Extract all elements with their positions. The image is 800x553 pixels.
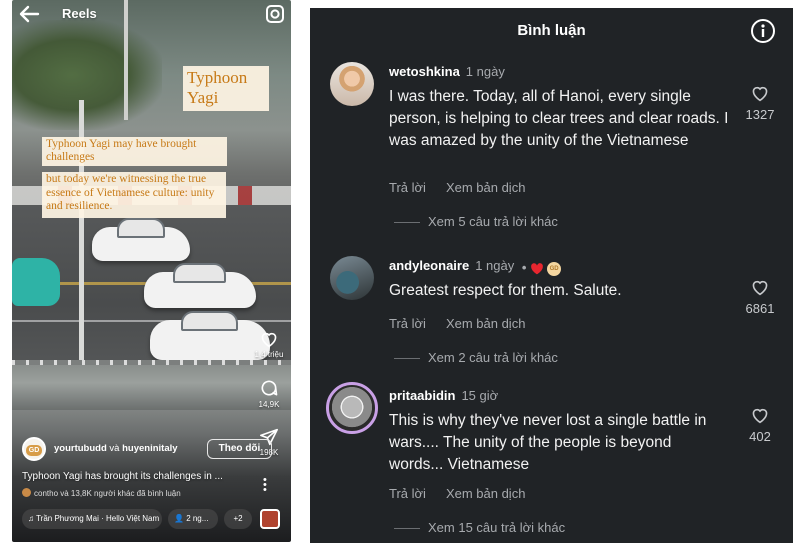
reels-top-bar: Reels bbox=[12, 2, 291, 26]
comments-header: Bình luận bbox=[310, 8, 793, 52]
username-text[interactable]: wetoshkina bbox=[389, 64, 460, 79]
comment-item: andyleonaire 1 ngày • GD Greatest respect… bbox=[310, 256, 793, 366]
comment-time: 1 ngày bbox=[475, 258, 515, 273]
comment-text: Greatest respect for them. Salute. bbox=[389, 282, 622, 299]
commenters-summary[interactable]: contho và 13,8K người khác đã bình luận bbox=[22, 488, 252, 498]
taxi-car bbox=[12, 258, 60, 306]
comment-time: 15 giờ bbox=[461, 388, 499, 403]
author-user-2[interactable]: huyeninitaly bbox=[122, 443, 177, 454]
reel-author-row: GD yourtubudd và huyeninitaly Theo dõi bbox=[22, 437, 272, 461]
like-action[interactable]: 1,4 triệu bbox=[245, 330, 293, 359]
comment-like-count: 6861 bbox=[745, 301, 775, 316]
comment-item: pritaabidin 15 giờ This is why they've ne… bbox=[310, 382, 793, 536]
comment-actions: Trả lời Xem bản dịch bbox=[389, 316, 525, 331]
comment-like[interactable]: 6861 bbox=[736, 278, 784, 318]
reply-button[interactable]: Trả lời bbox=[389, 486, 426, 501]
overlay-line-1: Typhoon Yagi may have brought challenges bbox=[42, 137, 227, 166]
username-text[interactable]: pritaabidin bbox=[389, 388, 455, 403]
heart-outline-icon bbox=[752, 86, 768, 102]
more-options-icon[interactable]: • • • bbox=[263, 475, 267, 496]
comments-title: Bình luận bbox=[517, 22, 586, 39]
avatar-badge: GD bbox=[26, 445, 42, 456]
commenter-avatar bbox=[22, 488, 31, 497]
comment-avatar[interactable] bbox=[330, 62, 374, 106]
heart-outline-icon bbox=[752, 408, 768, 424]
follow-button[interactable]: Theo dõi bbox=[207, 439, 272, 459]
translate-button[interactable]: Xem bản dịch bbox=[446, 180, 526, 195]
comment-bubble-icon bbox=[261, 380, 278, 396]
comment-text: This is why they've never lost a single … bbox=[389, 412, 707, 473]
comments-panel: Bình luận wetoshkina 1 ngày I was there. … bbox=[310, 8, 793, 543]
more-tags-pill[interactable]: +2 bbox=[224, 509, 252, 529]
reels-title: Reels bbox=[62, 6, 97, 21]
view-more-replies[interactable]: Xem 2 câu trả lời khác bbox=[428, 350, 558, 365]
camera-icon[interactable] bbox=[265, 4, 285, 24]
reel-footer: ♫ Trần Phương Mai · Hello Việt Nam 👤 2 n… bbox=[22, 509, 284, 529]
music-pill[interactable]: ♫ Trần Phương Mai · Hello Việt Nam bbox=[22, 509, 162, 529]
tagged-users-pill[interactable]: 👤 2 ng... bbox=[168, 509, 218, 529]
back-arrow-icon[interactable] bbox=[18, 4, 40, 24]
screenshot-root: Typhoon Yagi Typhoon Yagi may have broug… bbox=[0, 0, 800, 553]
red-heart-icon bbox=[531, 263, 543, 275]
translate-button[interactable]: Xem bản dịch bbox=[446, 486, 526, 501]
reply-button[interactable]: Trả lời bbox=[389, 316, 426, 331]
comment-like[interactable]: 1327 bbox=[736, 84, 784, 124]
author-avatar[interactable]: GD bbox=[22, 437, 46, 461]
commenters-text: contho và 13,8K người khác đã bình luận bbox=[34, 489, 181, 498]
comment-actions: Trả lời Xem bản dịch bbox=[389, 180, 525, 195]
comment-avatar[interactable] bbox=[326, 382, 378, 434]
comment-avatar[interactable] bbox=[330, 256, 374, 300]
audio-album-thumbnail[interactable] bbox=[260, 509, 280, 529]
author-joiner: và bbox=[109, 443, 120, 454]
comment-actions: Trả lời Xem bản dịch bbox=[389, 486, 525, 501]
overlay-title: Typhoon Yagi bbox=[183, 66, 269, 111]
heart-outline-icon bbox=[752, 280, 768, 296]
car-1 bbox=[92, 218, 190, 261]
reel-caption[interactable]: Typhoon Yagi has brought its challenges … bbox=[22, 471, 252, 482]
comment-time: 1 ngày bbox=[465, 64, 505, 79]
comment-badges: • GD bbox=[521, 260, 562, 276]
view-more-replies[interactable]: Xem 15 câu trả lời khác bbox=[428, 520, 565, 535]
view-more-replies[interactable]: Xem 5 câu trả lời khác bbox=[428, 214, 558, 229]
comment-item: wetoshkina 1 ngày I was there. Today, all… bbox=[310, 62, 793, 232]
separator-dot: • bbox=[521, 260, 527, 275]
comment-count: 14,9K bbox=[258, 400, 280, 409]
author-user-1[interactable]: yourtubudd bbox=[54, 443, 107, 454]
comment-username[interactable]: wetoshkina 1 ngày bbox=[389, 64, 505, 79]
tagged-users-text: 2 ng... bbox=[186, 514, 209, 523]
car-2 bbox=[144, 263, 256, 308]
comment-action[interactable]: 14,9K bbox=[245, 378, 293, 409]
comment-like[interactable]: 402 bbox=[736, 406, 784, 446]
trees-background bbox=[12, 20, 162, 130]
reply-button[interactable]: Trả lời bbox=[389, 180, 426, 195]
comment-username[interactable]: pritaabidin 15 giờ bbox=[389, 388, 498, 403]
author-names[interactable]: yourtubudd và huyeninitaly bbox=[54, 443, 178, 454]
username-text[interactable]: andyleonaire bbox=[389, 258, 469, 273]
translate-button[interactable]: Xem bản dịch bbox=[446, 316, 526, 331]
overlay-line-2: but today we're witnessing the true esse… bbox=[42, 172, 226, 218]
heart-icon bbox=[261, 332, 277, 348]
info-icon[interactable] bbox=[750, 18, 776, 44]
music-title: Trần Phương Mai · Hello Việt Nam bbox=[36, 514, 160, 523]
like-count: 1,4 triệu bbox=[254, 350, 284, 359]
creator-badge: GD bbox=[547, 261, 562, 276]
comment-like-count: 402 bbox=[749, 429, 771, 444]
comment-text: I was there. Today, all of Hanoi, every … bbox=[389, 88, 729, 149]
comment-like-count: 1327 bbox=[745, 107, 775, 122]
comment-username[interactable]: andyleonaire 1 ngày • GD bbox=[389, 258, 562, 276]
